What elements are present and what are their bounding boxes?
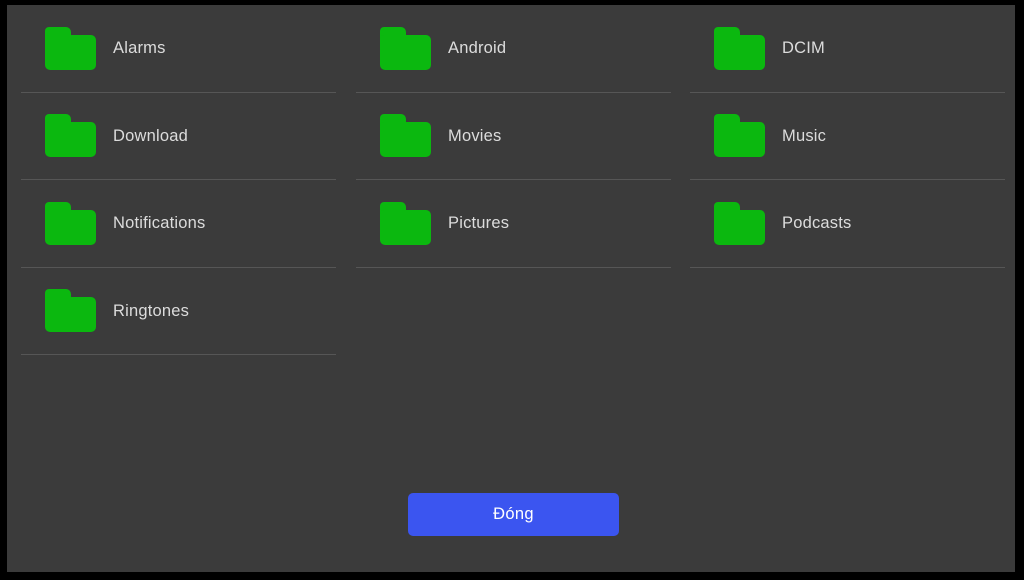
folder-icon bbox=[380, 114, 431, 158]
folder-item-ringtones[interactable]: Ringtones bbox=[21, 268, 336, 355]
folder-label: Alarms bbox=[113, 39, 166, 57]
folder-grid: Alarms Download Notifications Ringtones … bbox=[7, 5, 1015, 475]
folder-label: Pictures bbox=[448, 214, 510, 232]
folder-icon bbox=[714, 201, 765, 245]
folder-icon bbox=[714, 114, 765, 158]
folder-item-music[interactable]: Music bbox=[690, 93, 1005, 180]
folder-column-2: Android Movies Pictures bbox=[356, 5, 671, 268]
folder-icon bbox=[380, 201, 431, 245]
folder-picker-dialog: Alarms Download Notifications Ringtones … bbox=[7, 5, 1015, 572]
folder-label: Podcasts bbox=[782, 214, 852, 232]
folder-item-notifications[interactable]: Notifications bbox=[21, 180, 336, 268]
folder-item-movies[interactable]: Movies bbox=[356, 93, 671, 180]
folder-column-1: Alarms Download Notifications Ringtones bbox=[21, 5, 336, 355]
folder-label: Ringtones bbox=[113, 301, 190, 320]
device-screen: Alarms Download Notifications Ringtones … bbox=[0, 0, 1024, 580]
folder-icon bbox=[714, 26, 765, 70]
folder-label: Download bbox=[113, 126, 188, 145]
folder-item-podcasts[interactable]: Podcasts bbox=[690, 180, 1005, 268]
folder-label: Android bbox=[448, 39, 507, 57]
folder-icon bbox=[45, 26, 96, 70]
close-button[interactable]: Đóng bbox=[408, 493, 619, 536]
folder-icon bbox=[380, 26, 431, 70]
folder-label: Movies bbox=[448, 126, 502, 145]
folder-label: Notifications bbox=[113, 214, 206, 232]
folder-label: Music bbox=[782, 126, 827, 145]
folder-item-alarms[interactable]: Alarms bbox=[21, 5, 336, 93]
folder-icon bbox=[45, 289, 96, 333]
folder-item-pictures[interactable]: Pictures bbox=[356, 180, 671, 268]
folder-icon bbox=[45, 201, 96, 245]
folder-item-dcim[interactable]: DCIM bbox=[690, 5, 1005, 93]
folder-column-3: DCIM Music Podcasts bbox=[690, 5, 1005, 268]
folder-label: DCIM bbox=[782, 39, 825, 57]
dialog-action-bar: Đóng bbox=[7, 475, 1015, 572]
folder-item-download[interactable]: Download bbox=[21, 93, 336, 180]
folder-icon bbox=[45, 114, 96, 158]
folder-item-android[interactable]: Android bbox=[356, 5, 671, 93]
